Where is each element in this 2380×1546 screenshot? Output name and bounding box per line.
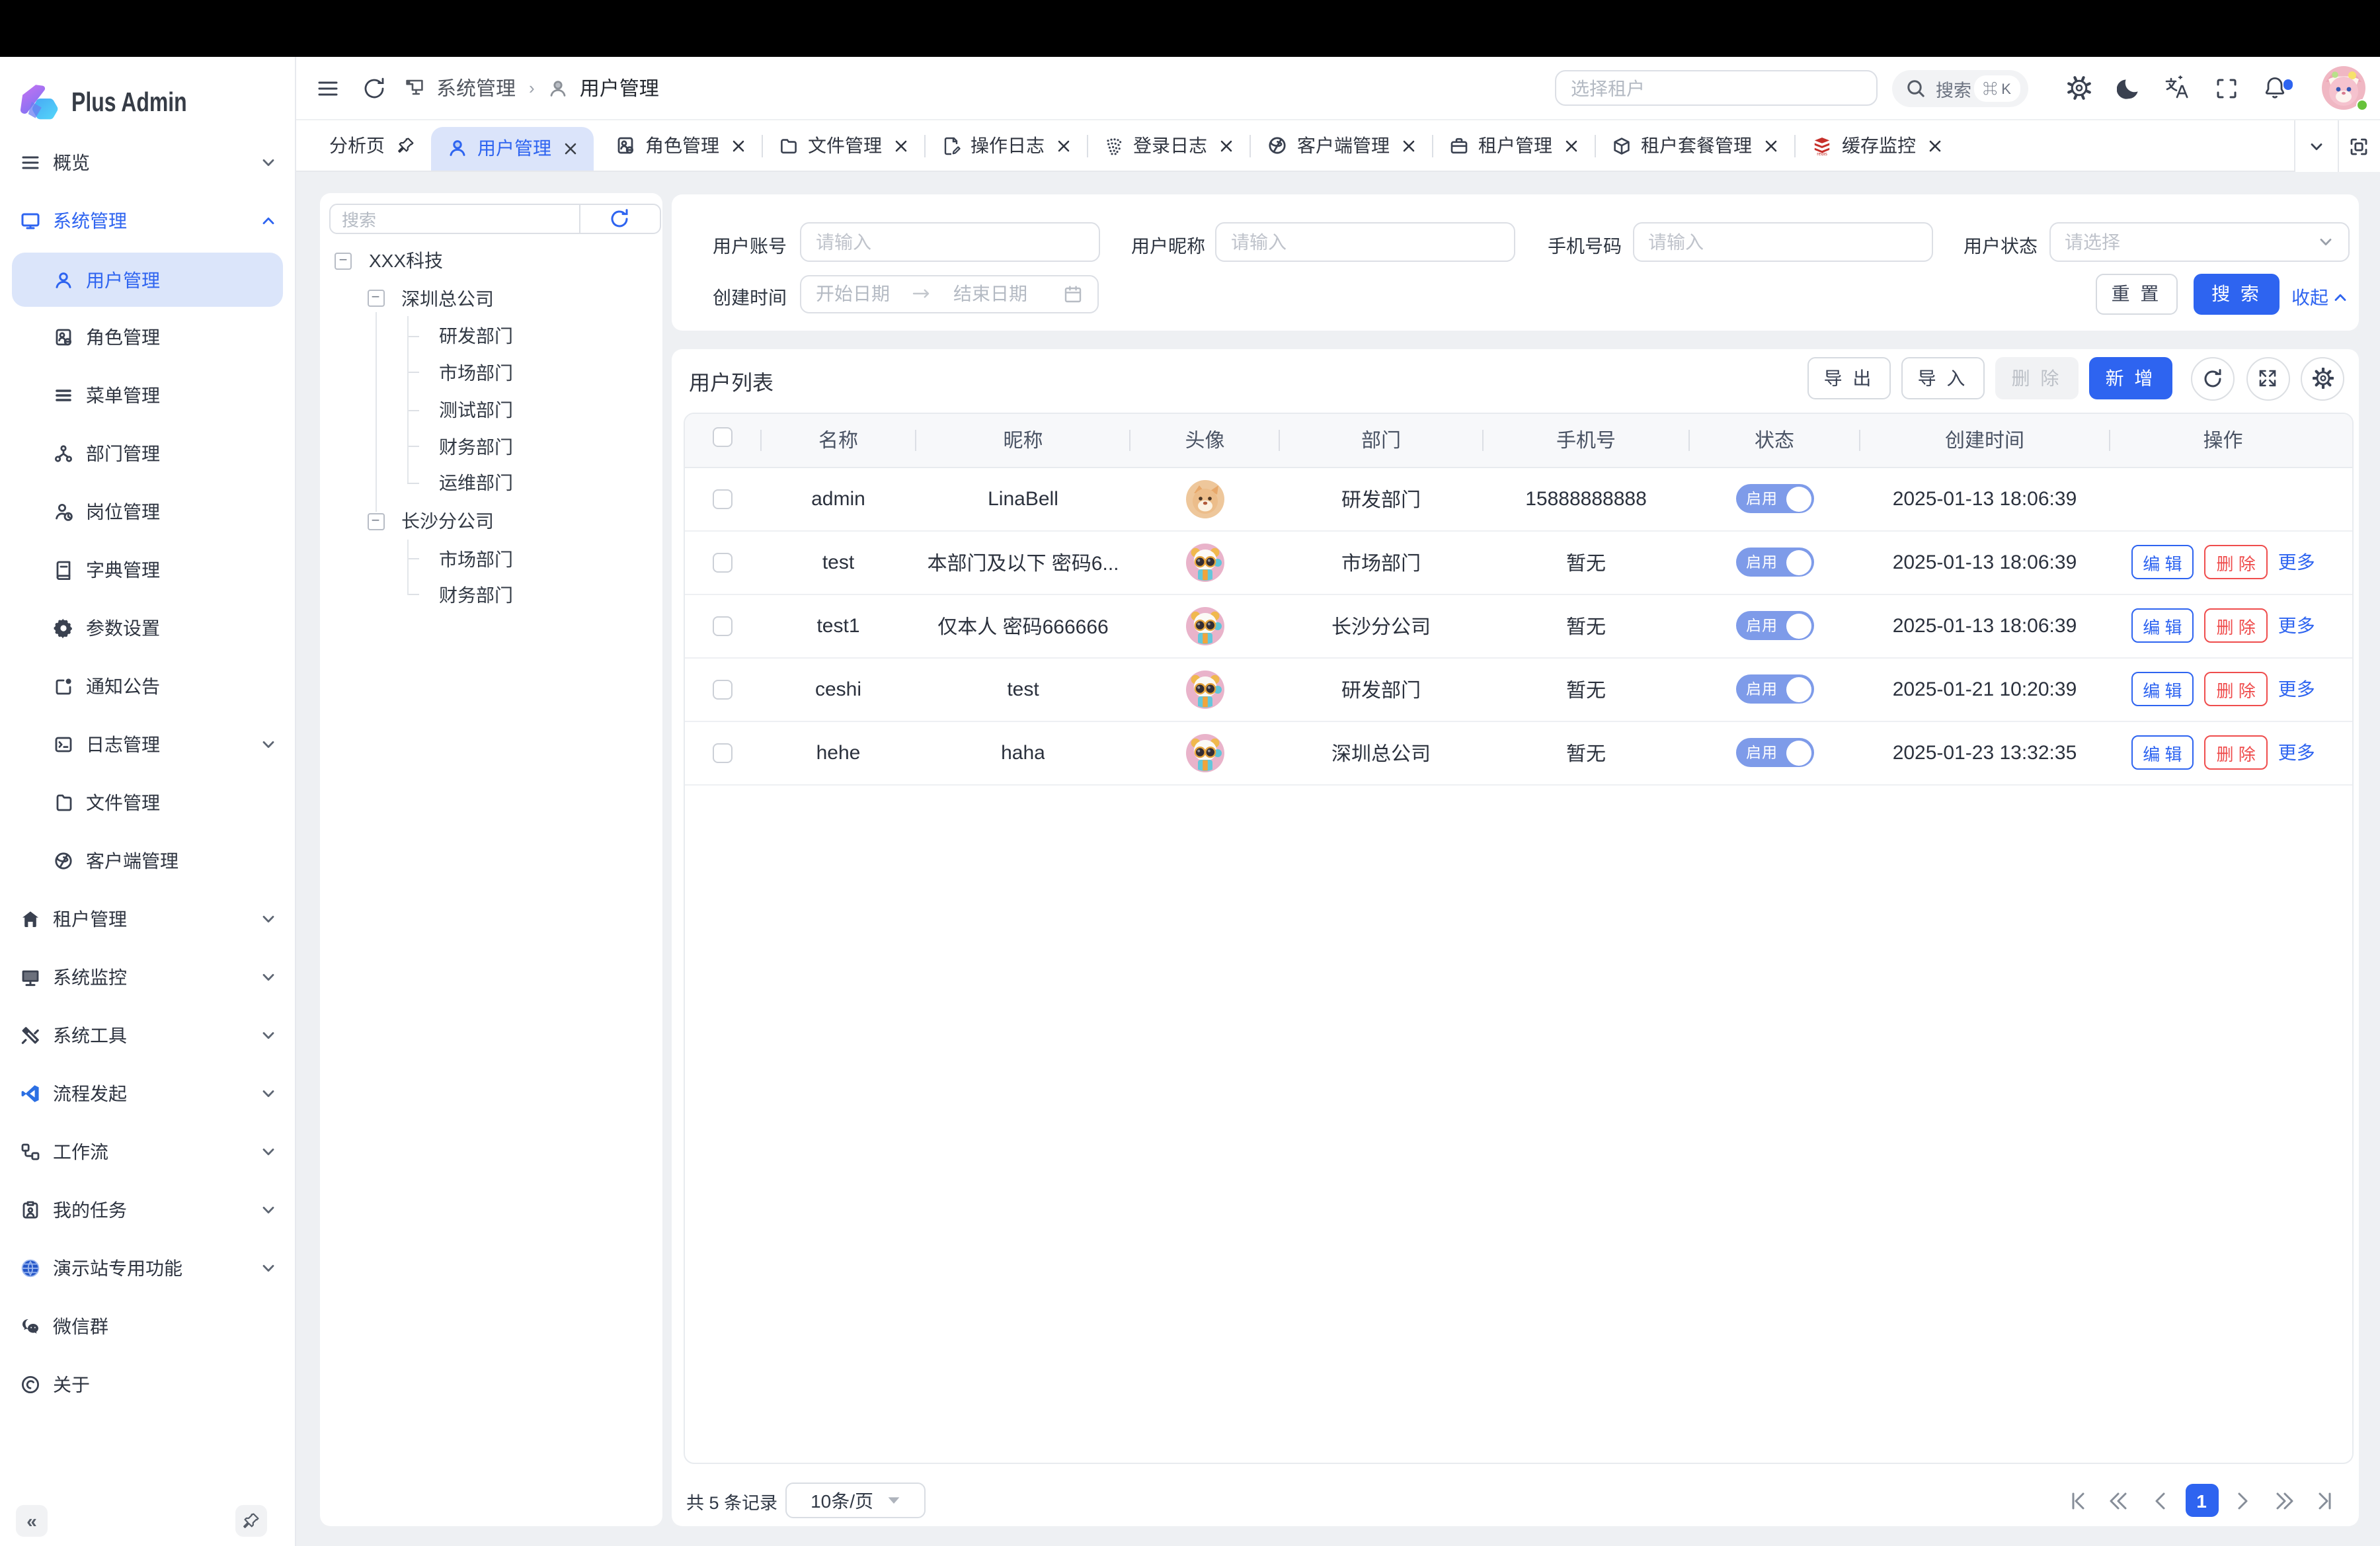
- svg-text:redis: redis: [1817, 151, 1827, 156]
